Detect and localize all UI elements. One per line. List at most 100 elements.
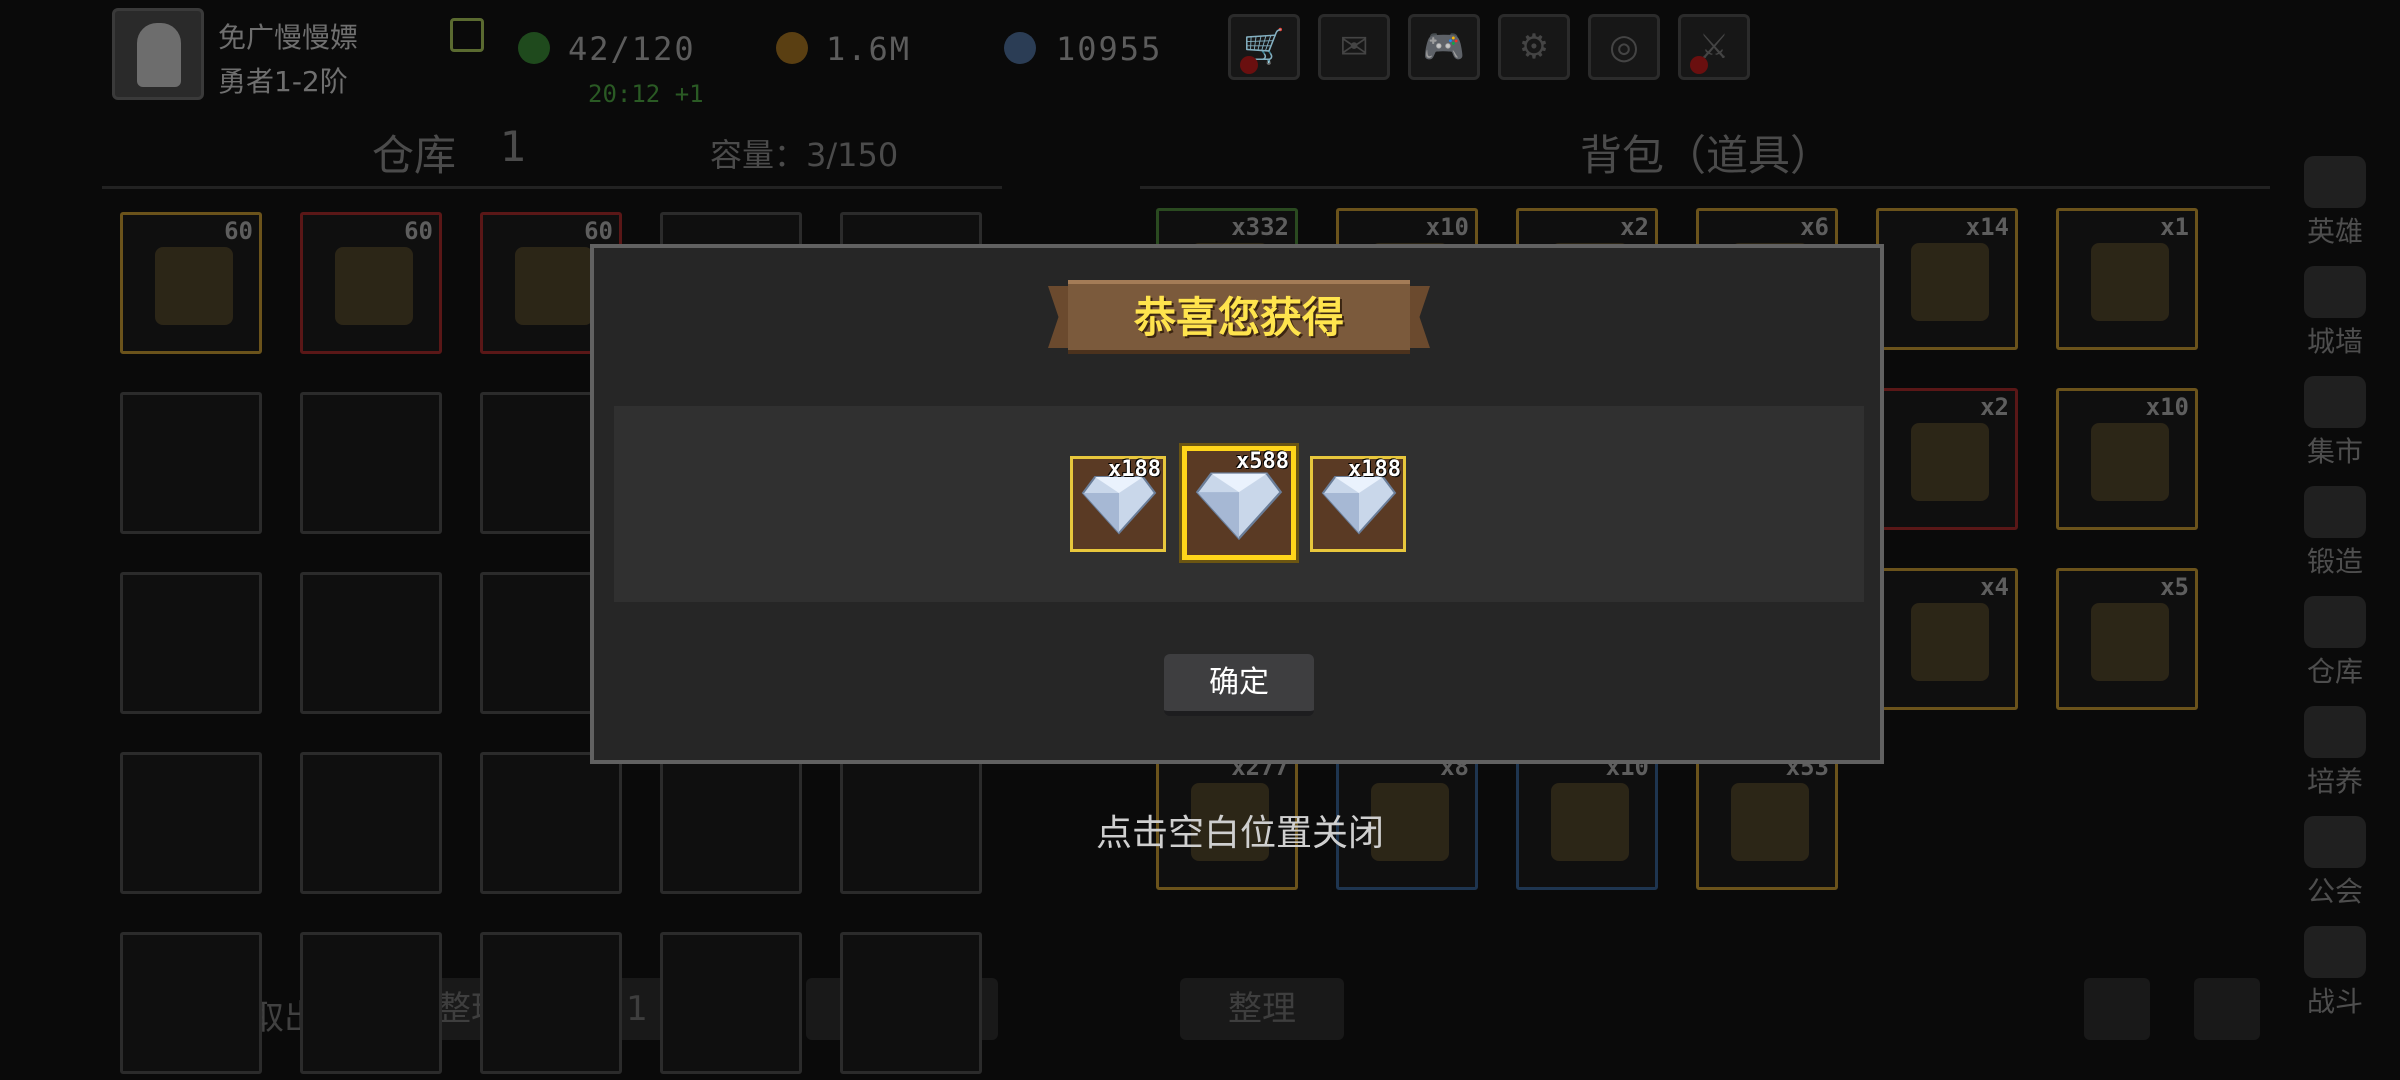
item-icon bbox=[1911, 603, 1989, 681]
item-count: x14 bbox=[1965, 213, 2009, 241]
sidebar-item-4[interactable]: 仓库 bbox=[2290, 592, 2380, 698]
item-count: x10 bbox=[1425, 213, 1469, 241]
backpack-slot[interactable]: x5 bbox=[2056, 568, 2198, 710]
warehouse-title: 仓库 bbox=[372, 131, 457, 180]
item-count: x4 bbox=[1980, 573, 2009, 601]
warehouse-slot[interactable] bbox=[480, 932, 622, 1074]
backpack-slot[interactable]: x10 bbox=[2056, 388, 2198, 530]
sidebar-icon bbox=[2304, 486, 2366, 538]
edit-icon[interactable] bbox=[450, 18, 484, 52]
sidebar-item-6[interactable]: 公会 bbox=[2290, 812, 2380, 918]
energy-value: 42/120 bbox=[568, 30, 696, 68]
warehouse-slot[interactable] bbox=[300, 572, 442, 714]
sword-icon[interactable]: ⚔ bbox=[1678, 14, 1750, 80]
warehouse-slot[interactable] bbox=[660, 752, 802, 894]
backpack-slot[interactable]: x2 bbox=[1876, 388, 2018, 530]
energy-icon bbox=[518, 32, 550, 64]
sidebar-item-7[interactable]: 战斗 bbox=[2290, 922, 2380, 1028]
gold-coin-icon bbox=[776, 32, 808, 64]
warehouse-slot[interactable] bbox=[300, 932, 442, 1074]
title-banner: 恭喜您获得 bbox=[1048, 272, 1430, 364]
shop-cart-icon[interactable]: 🛒 bbox=[1228, 14, 1300, 80]
sidebar-item-0[interactable]: 英雄 bbox=[2290, 152, 2380, 258]
backpack-sort-button[interactable]: 整理 bbox=[1180, 978, 1344, 1040]
item-icon bbox=[155, 247, 233, 325]
warehouse-slot[interactable] bbox=[120, 752, 262, 894]
warehouse-slot[interactable] bbox=[300, 392, 442, 534]
reward-quantity: x588 bbox=[1236, 449, 1289, 474]
divider bbox=[1140, 186, 2270, 189]
player-name: 免广慢慢嫖 bbox=[218, 21, 359, 54]
sidebar-label: 公会 bbox=[2306, 875, 2363, 908]
sidebar-label: 城墙 bbox=[2306, 325, 2363, 358]
backpack-slot[interactable]: x10 bbox=[1516, 748, 1658, 890]
sidebar-item-1[interactable]: 城墙 bbox=[2290, 262, 2380, 368]
item-icon bbox=[1911, 243, 1989, 321]
warehouse-slot[interactable] bbox=[300, 752, 442, 894]
item-count: 60 bbox=[224, 217, 253, 245]
gamepad-icon[interactable]: 🎮 bbox=[1408, 14, 1480, 80]
reward-item-1[interactable]: x188 bbox=[1070, 456, 1166, 552]
sidebar-icon bbox=[2304, 156, 2366, 208]
sidebar-label: 英雄 bbox=[2306, 215, 2363, 248]
warehouse-slot[interactable] bbox=[120, 932, 262, 1074]
item-count: x2 bbox=[1620, 213, 1649, 241]
diamond-icon bbox=[1195, 472, 1283, 541]
item-icon bbox=[2091, 243, 2169, 321]
alert-dot bbox=[1690, 56, 1708, 74]
sidebar-icon bbox=[2304, 816, 2366, 868]
diamond-icon bbox=[1081, 476, 1157, 535]
bug-icon[interactable] bbox=[2084, 978, 2150, 1040]
reward-quantity: x188 bbox=[1348, 457, 1401, 482]
warehouse-slot[interactable] bbox=[840, 752, 982, 894]
gem-icon bbox=[1004, 32, 1036, 64]
wheel-icon[interactable]: ◎ bbox=[1588, 14, 1660, 80]
warehouse-slot[interactable] bbox=[840, 932, 982, 1074]
item-icon bbox=[1911, 423, 1989, 501]
sidebar-item-5[interactable]: 培养 bbox=[2290, 702, 2380, 808]
backpack-slot[interactable]: x53 bbox=[1696, 748, 1838, 890]
item-icon bbox=[1731, 783, 1809, 861]
sidebar-item-3[interactable]: 锻造 bbox=[2290, 482, 2380, 588]
item-count: x332 bbox=[1231, 213, 1289, 241]
player-rank: 勇者1-2阶 bbox=[218, 65, 348, 98]
sidebar-icon bbox=[2304, 376, 2366, 428]
item-icon bbox=[335, 247, 413, 325]
warehouse-slot[interactable] bbox=[660, 932, 802, 1074]
item-count: 60 bbox=[404, 217, 433, 245]
potion-icon[interactable] bbox=[2194, 978, 2260, 1040]
mail-icon[interactable]: ✉ bbox=[1318, 14, 1390, 80]
warehouse-page-number: 1 bbox=[500, 122, 527, 171]
sidebar-label: 锻造 bbox=[2306, 545, 2363, 578]
player-avatar[interactable] bbox=[112, 8, 204, 100]
reward-item-3[interactable]: x188 bbox=[1310, 456, 1406, 552]
sidebar-item-2[interactable]: 集市 bbox=[2290, 372, 2380, 478]
energy-timer: 20:12 +1 bbox=[588, 80, 704, 108]
item-count: x2 bbox=[1980, 393, 2009, 421]
diamond-icon bbox=[1321, 476, 1397, 535]
alert-dot bbox=[1240, 56, 1258, 74]
close-hint: 点击空白位置关闭 bbox=[1095, 813, 1384, 854]
backpack-slot[interactable]: x1 bbox=[2056, 208, 2198, 350]
item-count: x6 bbox=[1800, 213, 1829, 241]
dialog-title: 恭喜您获得 bbox=[1133, 293, 1344, 342]
reward-item-2[interactable]: x588 bbox=[1182, 446, 1296, 560]
warehouse-slot[interactable]: 60 bbox=[300, 212, 442, 354]
item-icon bbox=[2091, 603, 2169, 681]
backpack-slot[interactable]: x14 bbox=[1876, 208, 2018, 350]
backpack-slot[interactable]: x4 bbox=[1876, 568, 2018, 710]
gear-icon[interactable]: ⚙ bbox=[1498, 14, 1570, 80]
sidebar-icon bbox=[2304, 596, 2366, 648]
warehouse-slot[interactable] bbox=[480, 752, 622, 894]
warehouse-slot[interactable]: 60 bbox=[120, 212, 262, 354]
divider bbox=[102, 186, 1002, 189]
warehouse-slot[interactable] bbox=[120, 572, 262, 714]
item-icon bbox=[2091, 423, 2169, 501]
item-count: 60 bbox=[584, 217, 613, 245]
sidebar-icon bbox=[2304, 266, 2366, 318]
item-icon bbox=[1551, 783, 1629, 861]
sidebar-label: 战斗 bbox=[2306, 985, 2363, 1018]
warehouse-slot[interactable] bbox=[120, 392, 262, 534]
reward-quantity: x188 bbox=[1108, 457, 1161, 482]
confirm-button[interactable]: 确定 bbox=[1164, 654, 1314, 716]
